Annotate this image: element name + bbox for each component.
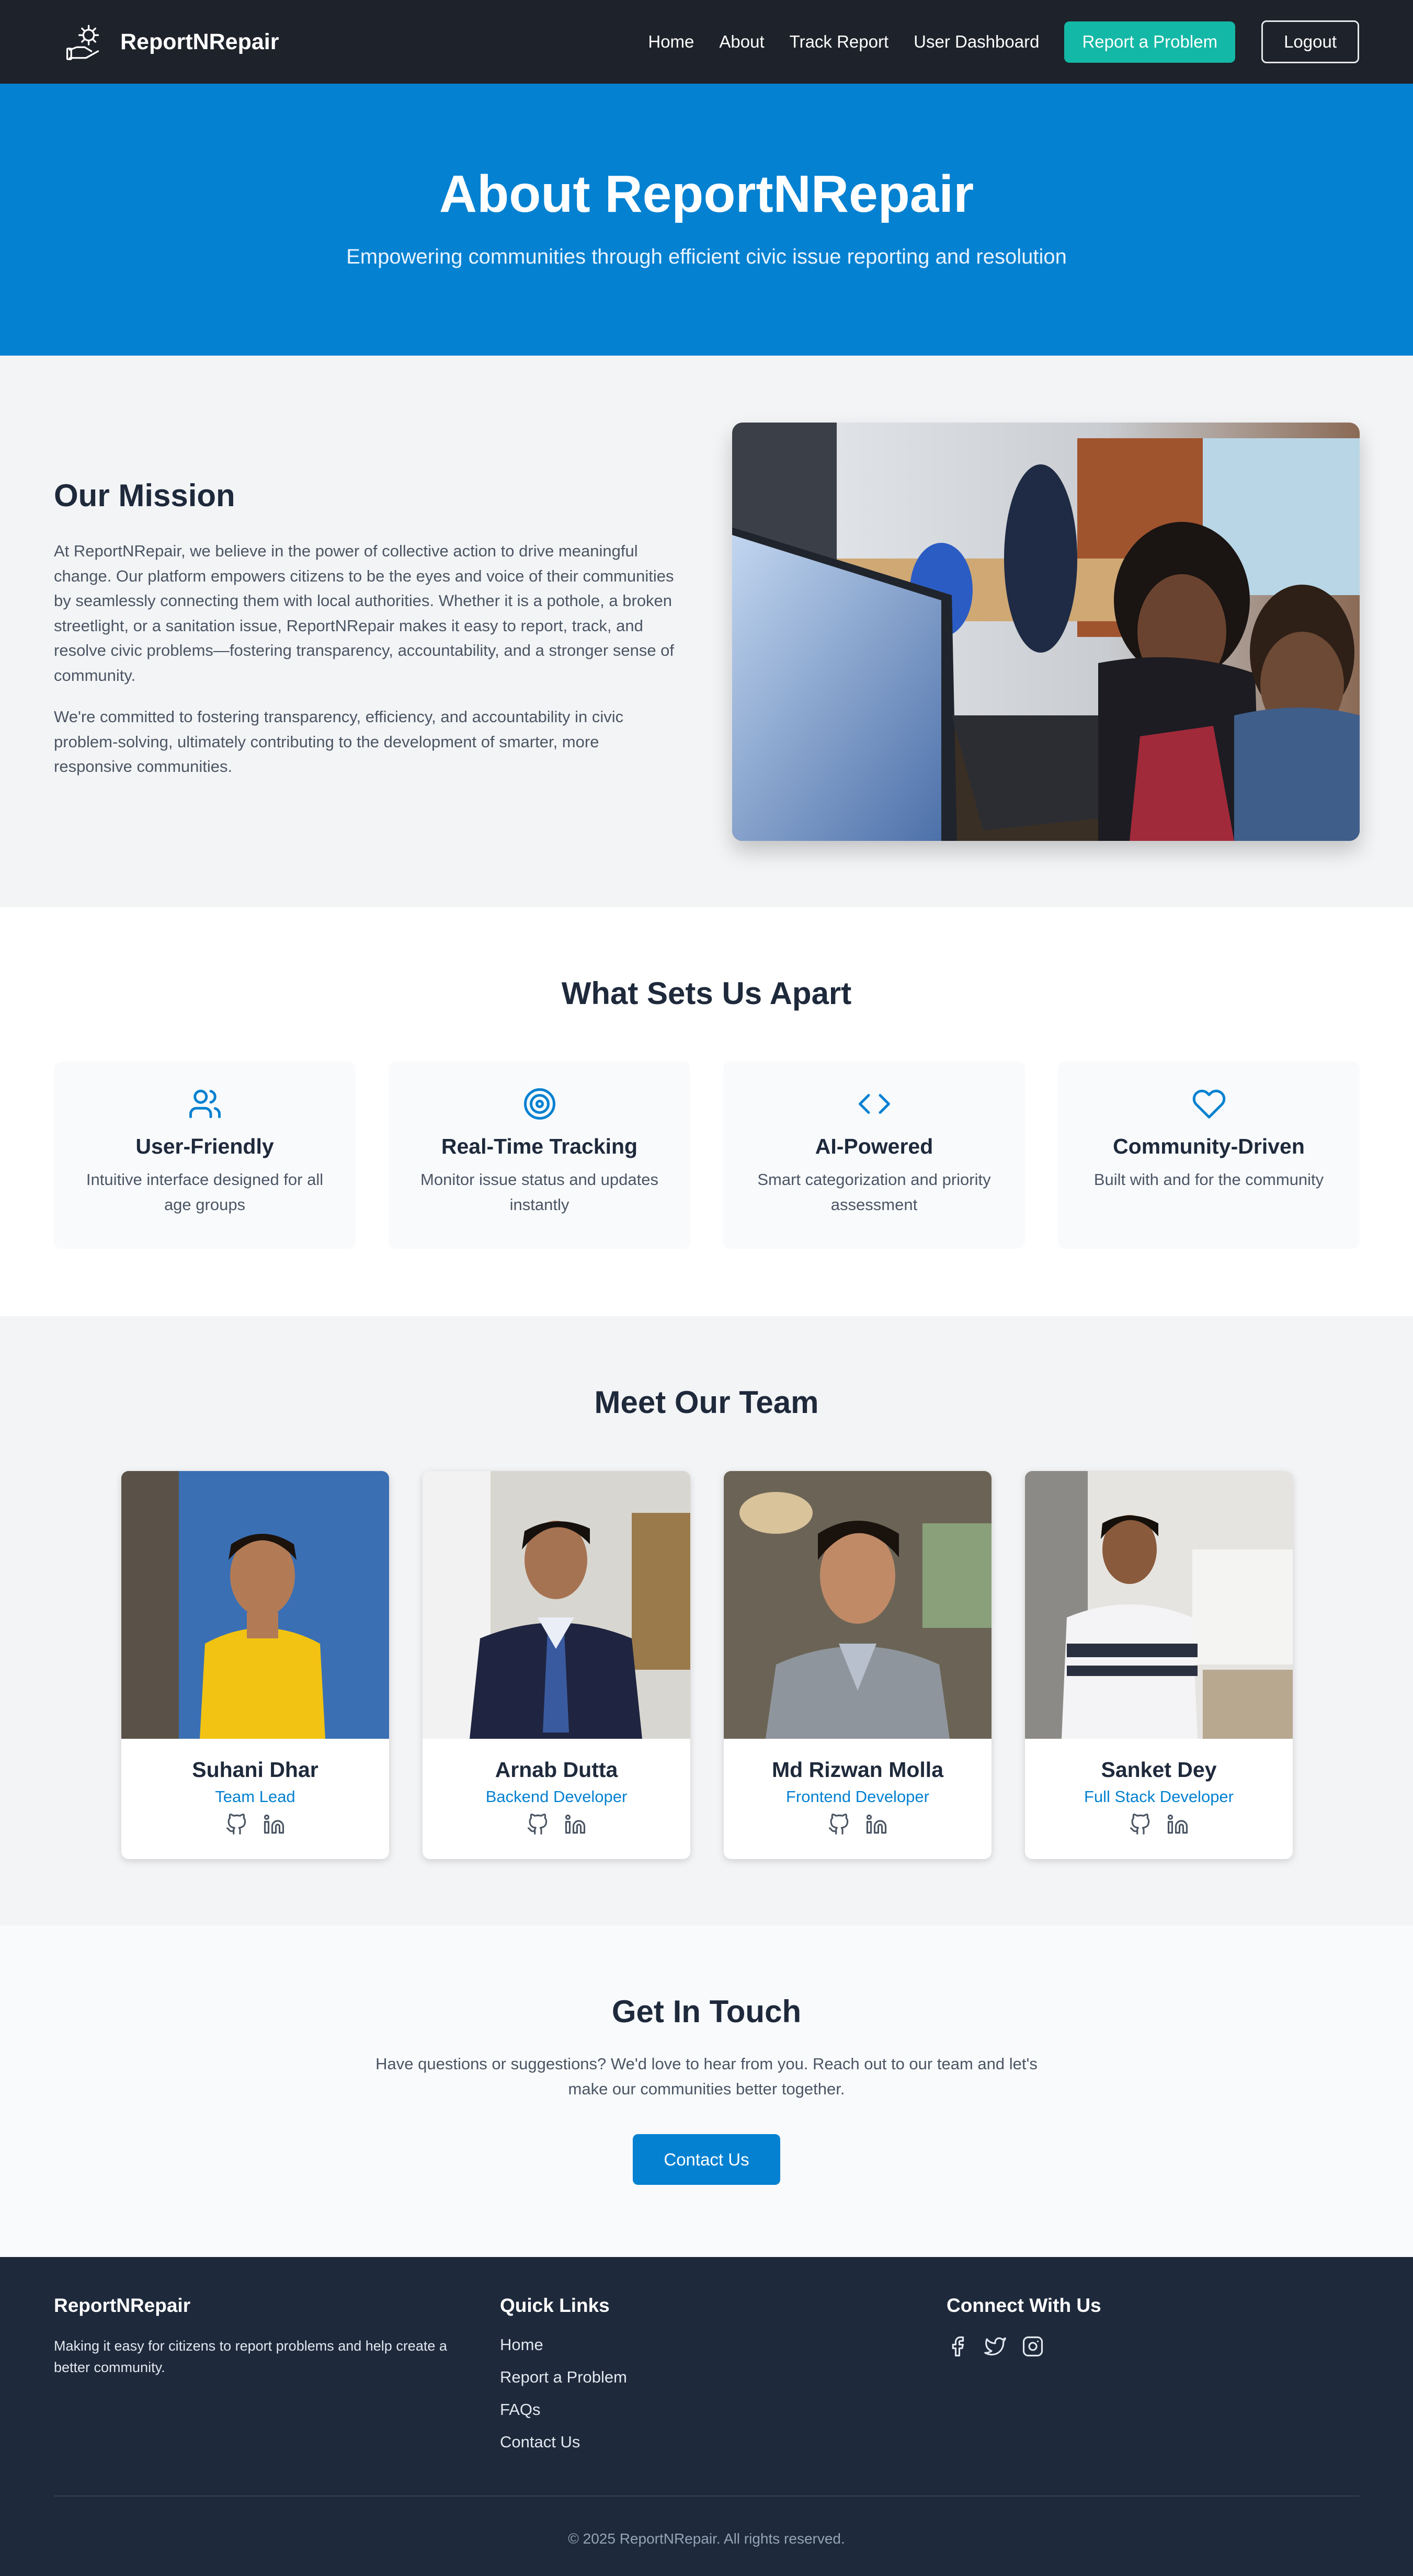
team-member-card: Arnab Dutta Backend Developer: [423, 1471, 690, 1859]
team-member-role: Full Stack Developer: [1084, 1787, 1234, 1806]
team-member-role: Frontend Developer: [786, 1787, 929, 1806]
contact-title: Get In Touch: [611, 1994, 802, 2029]
mission-paragraph: At ReportNRepair, we believe in the powe…: [54, 542, 675, 685]
brand-name: ReportNRepair: [120, 29, 279, 54]
team-title: Meet Our Team: [594, 1385, 819, 1420]
mission-photo: [732, 423, 1360, 841]
feature-description: Monitor issue status and updates instant…: [420, 1170, 658, 1214]
footer-brand: ReportNRepair: [54, 2295, 191, 2316]
navbar: ReportNRepair Home About Track Report Us…: [0, 0, 1413, 84]
team-member-name: Md Rizwan Molla: [772, 1758, 943, 1782]
brand-logo-icon: [66, 25, 99, 60]
footer-divider: [54, 2495, 1359, 2497]
twitter-icon[interactable]: [984, 2335, 1006, 2357]
nav-link-user-dashboard[interactable]: User Dashboard: [914, 32, 1039, 52]
team-member-social: [724, 1814, 992, 1836]
footer-link-report-problem[interactable]: Report a Problem: [500, 2368, 627, 2387]
linkedin-icon[interactable]: [263, 1814, 285, 1836]
feature-card: Real-Time Tracking Monitor issue status …: [389, 1062, 690, 1249]
team-member-photo: [1025, 1471, 1293, 1739]
feature-title: Community-Driven: [1113, 1134, 1305, 1158]
facebook-icon[interactable]: [947, 2335, 968, 2357]
feature-card: AI-Powered Smart categorization and prio…: [723, 1062, 1025, 1249]
feature-title: User-Friendly: [135, 1134, 274, 1158]
nav-link-track-report[interactable]: Track Report: [790, 32, 889, 52]
team-member-photo: [423, 1471, 690, 1739]
feature-cards: User-Friendly Intuitive interface design…: [54, 1062, 1360, 1249]
team-member-name: Sanket Dey: [1101, 1758, 1217, 1782]
feature-description: Smart categorization and priority assess…: [757, 1170, 991, 1214]
hero-subtitle: Empowering communities through efficient…: [346, 245, 1067, 268]
github-icon[interactable]: [527, 1814, 549, 1836]
hero-section: About ReportNRepair Empowering communiti…: [0, 84, 1413, 356]
footer-about: ReportNRepair Making it easy for citizen…: [54, 2295, 472, 2378]
feature-card: User-Friendly Intuitive interface design…: [54, 1062, 356, 1249]
mission-text: Our Mission At ReportNRepair, we believe…: [54, 477, 681, 796]
logout-button[interactable]: Logout: [1261, 20, 1359, 63]
linkedin-icon[interactable]: [865, 1814, 887, 1836]
nav-link-home[interactable]: Home: [648, 32, 694, 52]
nav-menu: Home About Track Report User Dashboard R…: [648, 20, 1359, 63]
footer-social-icons: [947, 2335, 1101, 2357]
footer-link-home[interactable]: Home: [500, 2335, 627, 2354]
feature-description: Built with and for the community: [1093, 1170, 1324, 1189]
features-section: What Sets Us Apart User-Friendly Intuiti…: [0, 907, 1413, 1316]
mission-title: Our Mission: [54, 478, 235, 513]
linkedin-icon[interactable]: [1167, 1814, 1189, 1836]
team-section: Meet Our Team Suhani Dhar Team Lead Arna…: [0, 1316, 1413, 1925]
mission-section: Our Mission At ReportNRepair, we believe…: [0, 356, 1413, 907]
feature-card: Community-Driven Built with and for the …: [1058, 1062, 1360, 1249]
features-title: What Sets Us Apart: [561, 976, 852, 1011]
team-member-role: Team Lead: [215, 1787, 295, 1806]
github-icon[interactable]: [828, 1814, 850, 1836]
copyright: © 2025 ReportNRepair. All rights reserve…: [568, 2531, 845, 2547]
team-member-name: Suhani Dhar: [192, 1758, 318, 1782]
footer-link-contact[interactable]: Contact Us: [500, 2433, 627, 2452]
team-member-role: Backend Developer: [485, 1787, 628, 1806]
team-member-photo: [724, 1471, 992, 1739]
users-icon: [189, 1089, 221, 1119]
contact-section: Get In Touch Have questions or suggestio…: [0, 1925, 1413, 2257]
team-member-social: [423, 1814, 690, 1836]
target-icon: [523, 1088, 555, 1120]
team-cards: Suhani Dhar Team Lead Arnab Dutta Backen…: [121, 1471, 1293, 1859]
footer-connect: Connect With Us: [947, 2295, 1101, 2357]
feature-title: Real-Time Tracking: [441, 1134, 638, 1158]
mission-paragraph: We're committed to fostering transparenc…: [54, 708, 624, 776]
contact-text: Have questions or suggestions? We'd love…: [375, 2055, 1038, 2098]
feature-description: Intuitive interface designed for all age…: [86, 1170, 324, 1214]
footer-quick-links: Quick Links Home Report a Problem FAQs C…: [500, 2295, 627, 2465]
code-icon: [858, 1094, 890, 1114]
footer-link-faqs[interactable]: FAQs: [500, 2400, 627, 2419]
nav-link-about[interactable]: About: [719, 32, 764, 52]
office-teamwork-photo: [732, 423, 1360, 841]
team-member-card: Suhani Dhar Team Lead: [121, 1471, 389, 1859]
linkedin-icon[interactable]: [564, 1814, 586, 1836]
feature-title: AI-Powered: [815, 1134, 933, 1158]
quick-links-title: Quick Links: [500, 2295, 610, 2316]
team-member-social: [1025, 1814, 1293, 1836]
brand[interactable]: ReportNRepair: [66, 20, 279, 63]
footer-description: Making it easy for citizens to report pr…: [54, 2338, 447, 2375]
team-member-social: [121, 1814, 389, 1836]
instagram-icon[interactable]: [1022, 2335, 1044, 2357]
footer: ReportNRepair Making it easy for citizen…: [0, 2257, 1413, 2576]
contact-us-button[interactable]: Contact Us: [633, 2134, 780, 2185]
team-member-card: Sanket Dey Full Stack Developer: [1025, 1471, 1293, 1859]
team-member-name: Arnab Dutta: [495, 1758, 618, 1782]
hero-title: About ReportNRepair: [439, 165, 974, 223]
github-icon[interactable]: [225, 1814, 247, 1836]
github-icon[interactable]: [1129, 1814, 1151, 1836]
heart-icon: [1192, 1089, 1225, 1119]
connect-title: Connect With Us: [947, 2295, 1101, 2316]
report-problem-button[interactable]: Report a Problem: [1064, 21, 1236, 63]
team-member-card: Md Rizwan Molla Frontend Developer: [724, 1471, 992, 1859]
team-member-photo: [121, 1471, 389, 1739]
